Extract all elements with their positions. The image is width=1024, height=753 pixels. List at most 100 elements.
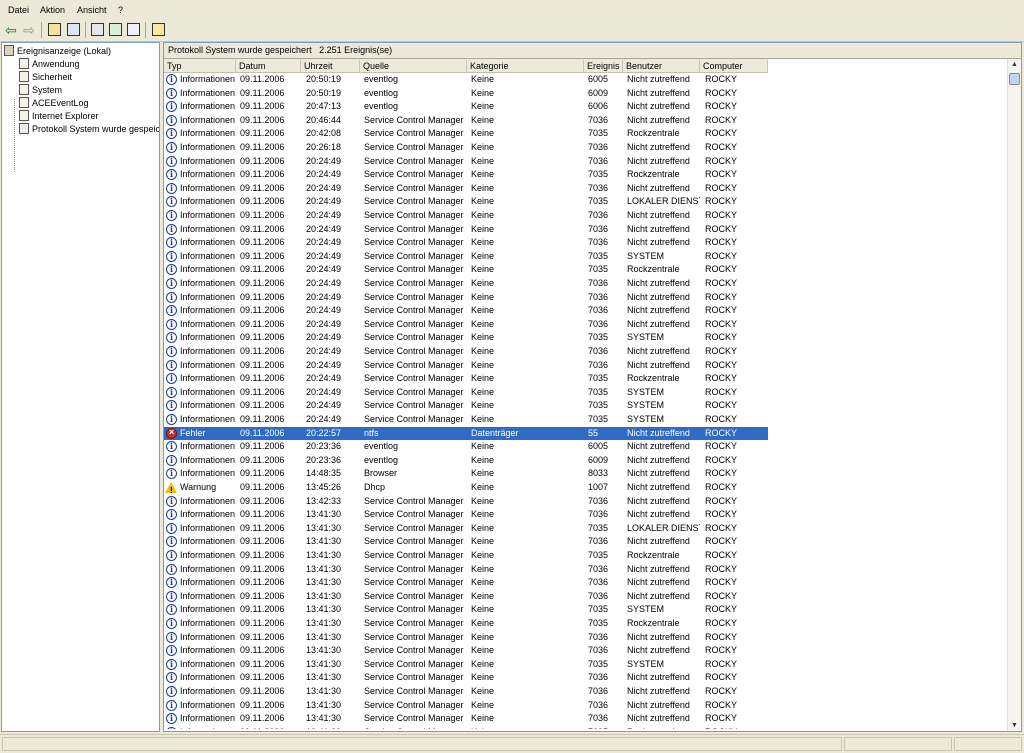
column-kategorie[interactable]: Kategorie [467, 60, 584, 72]
table-row[interactable]: Informationen 09.11.2006 13:41:30 Service C… [164, 508, 768, 522]
menu-help[interactable]: ? [118, 5, 123, 15]
tree-item-system[interactable]: System [19, 84, 62, 97]
table-row[interactable]: Informationen 09.11.2006 20:24:49 Service C… [164, 372, 768, 386]
column-computer[interactable]: Computer [700, 60, 768, 72]
table-row[interactable]: Informationen 09.11.2006 14:48:35 Browser Ke… [164, 467, 768, 481]
table-row[interactable]: Informationen 09.11.2006 20:26:18 Service C… [164, 141, 768, 155]
table-row[interactable]: Informationen 09.11.2006 20:24:49 Service C… [164, 413, 768, 427]
back-arrow-icon[interactable]: ⇦ [3, 22, 19, 38]
cell-benutzer: Nicht zutreffend [627, 210, 690, 220]
scroll-down-icon[interactable]: ▼ [1011, 722, 1018, 729]
table-row[interactable]: Informationen 09.11.2006 13:41:30 Service C… [164, 685, 768, 699]
tree-item-aceeventlog[interactable]: ACEEventLog [19, 97, 89, 110]
table-row[interactable]: Informationen 09.11.2006 20:24:49 Service C… [164, 236, 768, 250]
column-ereignis[interactable]: Ereignis [584, 60, 623, 72]
table-row[interactable]: Informationen 09.11.2006 20:24:49 Service C… [164, 250, 768, 263]
table-row[interactable]: Informationen 09.11.2006 13:41:30 Service C… [164, 522, 768, 535]
event-list-vertical-scrollbar[interactable]: ▲ ▼ [1007, 59, 1021, 731]
tree-item-anwendung[interactable]: Anwendung [19, 58, 80, 71]
scroll-up-icon[interactable]: ▲ [1011, 61, 1018, 68]
table-row[interactable]: Informationen 09.11.2006 20:24:49 Service C… [164, 263, 768, 277]
export-list-icon[interactable] [127, 23, 140, 36]
column-benutzer[interactable]: Benutzer [623, 60, 700, 72]
up-folder-icon[interactable] [48, 23, 61, 36]
table-row[interactable]: Informationen 09.11.2006 13:41:30 Service C… [164, 549, 768, 563]
table-row[interactable]: Informationen 09.11.2006 13:41:30 Service C… [164, 671, 768, 685]
cell-datum: 09.11.2006 [240, 414, 285, 424]
column-typ[interactable]: Typ [164, 60, 236, 72]
cell-datum: 09.11.2006 [240, 182, 285, 193]
table-row[interactable]: Informationen 09.11.2006 13:41:30 Service C… [164, 658, 768, 671]
cell-datum: 09.11.2006 [240, 468, 285, 479]
cell-ereignis: 7036 [588, 590, 609, 601]
menu-aktion[interactable]: Aktion [40, 5, 65, 15]
table-row[interactable]: Informationen 09.11.2006 20:23:36 eventlog K… [164, 454, 768, 467]
tree-item-saved-log[interactable]: Protokoll System wurde gespeich [19, 123, 159, 136]
table-row[interactable]: Informationen 09.11.2006 13:41:30 Service C… [164, 590, 768, 603]
table-row[interactable]: Informationen 09.11.2006 20:47:13 eventlog K… [164, 100, 768, 114]
tree-item-label: Internet Explorer [32, 111, 99, 121]
cell-ereignis: 7035 [588, 332, 609, 343]
help-icon[interactable] [152, 23, 165, 36]
table-row[interactable]: Informationen 09.11.2006 13:41:30 Service C… [164, 712, 768, 726]
table-row[interactable]: Informationen 09.11.2006 13:42:33 Service C… [164, 495, 768, 508]
cell-ereignis: 7036 [588, 699, 609, 710]
cell-uhrzeit: 13:42:33 [306, 495, 342, 506]
table-row[interactable]: Informationen 09.11.2006 20:24:49 Service C… [164, 155, 768, 168]
table-row[interactable]: Informationen 09.11.2006 20:24:49 Service C… [164, 277, 768, 291]
cell-uhrzeit: 14:48:35 [306, 468, 342, 479]
menu-ansicht[interactable]: Ansicht [77, 5, 107, 15]
cell-uhrzeit: 20:46:44 [306, 114, 342, 125]
table-row[interactable]: Informationen 09.11.2006 20:50:19 eventlog K… [164, 87, 768, 100]
table-row[interactable]: Informationen 09.11.2006 20:24:49 Service C… [164, 195, 768, 209]
table-row[interactable]: Informationen 09.11.2006 20:24:49 Service C… [164, 291, 768, 304]
information-icon [166, 617, 177, 631]
table-row[interactable]: Informationen 09.11.2006 20:50:19 eventlog K… [164, 73, 768, 87]
cell-kategorie: Keine [471, 101, 495, 112]
table-row[interactable]: Informationen 09.11.2006 20:24:49 Service C… [164, 399, 768, 413]
table-row[interactable]: Informationen 09.11.2006 20:23:36 eventlog K… [164, 440, 768, 454]
cell-ereignis: 7036 [588, 577, 609, 588]
cell-benutzer: Nicht zutreffend [627, 577, 690, 588]
column-uhrzeit[interactable]: Uhrzeit [301, 60, 360, 72]
table-row[interactable]: Informationen 09.11.2006 13:41:30 Service C… [164, 603, 768, 617]
table-row[interactable]: Fehler 09.11.2006 20:22:57 ntfs Datenträger 5… [164, 426, 768, 441]
table-row[interactable]: Informationen 09.11.2006 20:46:44 Service C… [164, 114, 768, 127]
table-row[interactable]: Informationen 09.11.2006 20:24:49 Service C… [164, 331, 768, 345]
table-row[interactable]: Informationen 09.11.2006 20:24:49 Service C… [164, 304, 768, 318]
table-row[interactable]: Informationen 09.11.2006 20:24:49 Service C… [164, 386, 768, 399]
table-row[interactable]: Informationen 09.11.2006 13:41:30 Service C… [164, 699, 768, 712]
column-quelle[interactable]: Quelle [360, 60, 467, 72]
cell-kategorie: Keine [471, 522, 495, 533]
cell-datum: 09.11.2006 [240, 169, 285, 180]
cell-computer: ROCKY [705, 454, 738, 465]
table-row[interactable]: Informationen 09.11.2006 20:24:49 Service C… [164, 345, 768, 359]
tree-root[interactable]: Ereignisanzeige (Lokal) [4, 45, 111, 58]
cell-ereignis: 7035 [588, 128, 609, 139]
menu-datei[interactable]: Datei [8, 5, 29, 15]
table-row[interactable]: Informationen 09.11.2006 20:24:49 Service C… [164, 318, 768, 331]
column-datum[interactable]: Datum [236, 60, 301, 72]
refresh-icon[interactable] [109, 23, 122, 36]
table-row[interactable]: Informationen 09.11.2006 13:41:30 Service C… [164, 535, 768, 549]
table-row[interactable]: Warnung 09.11.2006 13:45:26 Dhcp Keine 1007 Ni… [164, 481, 768, 498]
table-row[interactable]: Informationen 09.11.2006 20:24:49 Service C… [164, 223, 768, 236]
tree-item-internet-explorer[interactable]: Internet Explorer [19, 110, 99, 123]
table-row[interactable]: Informationen 09.11.2006 20:24:49 Service C… [164, 359, 768, 372]
properties-icon[interactable] [91, 23, 104, 36]
table-row[interactable]: Informationen 09.11.2006 20:24:49 Service C… [164, 182, 768, 195]
table-row[interactable]: Informationen 09.11.2006 13:41:30 Service C… [164, 726, 768, 729]
table-row[interactable]: Informationen 09.11.2006 13:41:30 Service C… [164, 631, 768, 644]
tree-item-sicherheit[interactable]: Sicherheit [19, 71, 72, 84]
table-row[interactable]: Informationen 09.11.2006 13:41:30 Service C… [164, 644, 768, 658]
show-hide-tree-icon[interactable] [67, 23, 80, 36]
table-row[interactable]: Informationen 09.11.2006 13:41:30 Service C… [164, 617, 768, 631]
cell-kategorie: Keine [471, 550, 495, 560]
table-row[interactable]: Informationen 09.11.2006 20:24:49 Service C… [164, 168, 768, 182]
table-row[interactable]: Informationen 09.11.2006 20:42:08 Service C… [164, 127, 768, 141]
table-row[interactable]: Informationen 09.11.2006 20:24:49 Service C… [164, 209, 768, 223]
forward-arrow-icon[interactable]: ⇨ [21, 22, 37, 38]
table-row[interactable]: Informationen 09.11.2006 13:41:30 Service C… [164, 563, 768, 576]
table-row[interactable]: Informationen 09.11.2006 13:41:30 Service C… [164, 576, 768, 590]
scrollbar-thumb[interactable] [1009, 73, 1020, 85]
